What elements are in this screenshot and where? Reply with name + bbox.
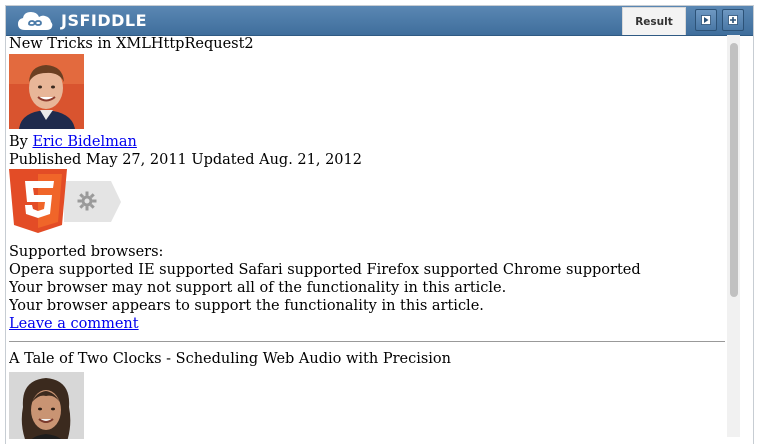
byline: By Eric Bidelman [9, 133, 727, 151]
html5-badge [9, 169, 727, 233]
article-title: A Tale of Two Clocks - Scheduling Web Au… [9, 351, 451, 367]
top-bar: JSFIDDLE Result [6, 6, 753, 36]
cloud-logo-icon [18, 12, 53, 30]
browser-warning: Your browser may not support all of the … [9, 280, 507, 296]
run-button[interactable] [695, 9, 717, 31]
publish-dates: Published May 27, 2011 Updated Aug. 21, … [9, 152, 362, 168]
article-title: New Tricks in XMLHttpRequest2 [9, 36, 254, 52]
browser-ok-message: Your browser appears to support the func… [9, 298, 484, 314]
add-button[interactable] [722, 9, 744, 31]
tab-result[interactable]: Result [622, 7, 686, 35]
result-content: New Tricks in XMLHttpRequest2 By Eric Bi… [9, 35, 727, 439]
supported-heading: Supported browsers: [9, 244, 164, 260]
html5-badge-icon [9, 169, 121, 233]
author-avatar [9, 54, 84, 129]
article-divider [9, 341, 725, 342]
byline-prefix: By [9, 134, 33, 150]
gear-icon [77, 191, 97, 211]
author-avatar [9, 372, 84, 439]
brand-title: JSFIDDLE [61, 11, 148, 30]
leave-comment-link[interactable]: Leave a comment [9, 316, 139, 332]
play-icon [701, 15, 711, 25]
author-link[interactable]: Eric Bidelman [32, 134, 136, 150]
browser-support-line: Opera supported IE supported Safari supp… [9, 262, 641, 278]
vertical-scrollbar[interactable] [727, 35, 740, 437]
plus-icon [728, 15, 738, 25]
scrollbar-thumb[interactable] [730, 43, 738, 297]
